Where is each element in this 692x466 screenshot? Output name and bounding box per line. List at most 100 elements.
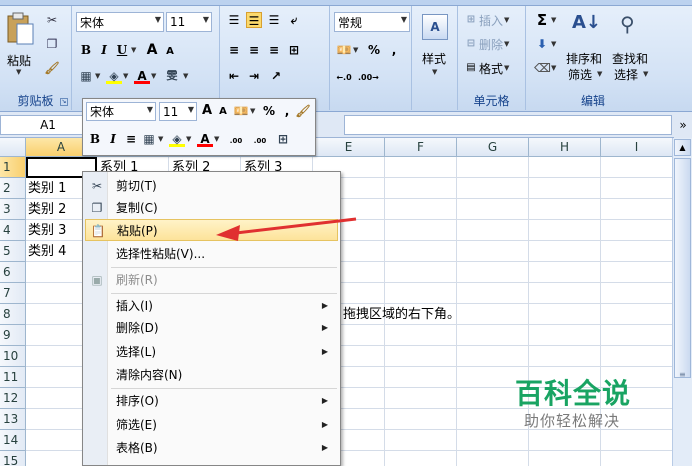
underline-button[interactable]: U xyxy=(114,42,130,58)
align-bottom-icon[interactable]: ☰ xyxy=(266,12,282,28)
row-header-13[interactable]: 13 xyxy=(0,409,26,430)
column-header-G[interactable]: G xyxy=(457,138,529,157)
mini-shrink-font-icon[interactable]: A xyxy=(215,104,231,120)
autosum-dropdown-icon[interactable]: ▼ xyxy=(551,16,556,24)
chevron-down-icon[interactable]: ▼ xyxy=(214,135,219,143)
currency-icon[interactable]: 💴 xyxy=(336,42,352,58)
menu-item-table[interactable]: 表格(B) ▶ xyxy=(85,437,338,459)
row-header-6[interactable]: 6 xyxy=(0,262,26,283)
format-painter-icon[interactable]: 🖌 xyxy=(44,60,60,76)
column-header-F[interactable]: F xyxy=(385,138,457,157)
mini-borders-icon[interactable]: ▦ xyxy=(141,131,157,147)
phonetic-dropdown-icon[interactable]: ▼ xyxy=(183,72,188,80)
row-header-10[interactable]: 10 xyxy=(0,346,26,367)
mini-font-size-combo[interactable]: 11 ▼ xyxy=(159,102,197,121)
menu-item-cut[interactable]: ✂ 剪切(T) xyxy=(85,175,338,197)
insert-cells-button[interactable]: ⊞ 插入 ▼ xyxy=(462,10,510,30)
row-header-4[interactable]: 4 xyxy=(0,220,26,241)
fill-color-dropdown-icon[interactable]: ▼ xyxy=(123,72,128,80)
mini-format-painter-icon[interactable]: 🖌 xyxy=(295,103,311,119)
fill-color-icon[interactable]: ◈ xyxy=(106,68,122,84)
cut-icon[interactable]: ✂ xyxy=(44,12,60,28)
sort-filter-button[interactable]: A↓ 排序和 筛选 ▼ xyxy=(564,10,608,88)
find-select-button[interactable]: ⚲ 查找和 选择 ▼ xyxy=(610,10,656,88)
paste-big-button[interactable]: 粘贴 ▼ xyxy=(2,10,38,84)
fill-dropdown-icon[interactable]: ▼ xyxy=(551,40,556,48)
borders-icon[interactable]: ▦ xyxy=(78,68,94,84)
align-right-icon[interactable]: ≡ xyxy=(266,42,282,58)
font-color-dropdown-icon[interactable]: ▼ xyxy=(151,72,156,80)
row-header-2[interactable]: 2 xyxy=(0,178,26,199)
wrap-text-icon[interactable]: ⤶ xyxy=(286,12,302,28)
currency-dropdown-icon[interactable]: ▼ xyxy=(353,46,358,54)
row-header-5[interactable]: 5 xyxy=(0,241,26,262)
select-all-corner[interactable] xyxy=(0,138,26,157)
clear-dropdown-icon[interactable]: ▼ xyxy=(551,64,556,72)
row-header-12[interactable]: 12 xyxy=(0,388,26,409)
fill-icon[interactable]: ⬇ xyxy=(534,36,550,52)
mini-align-center-icon[interactable]: ≡ xyxy=(123,131,139,147)
column-header-H[interactable]: H xyxy=(529,138,601,157)
chevron-down-icon[interactable]: ▼ xyxy=(250,107,255,115)
inc-decimal-button[interactable]: ←.0 xyxy=(336,70,352,86)
column-header-I[interactable]: I xyxy=(601,138,672,157)
scroll-thumb[interactable] xyxy=(674,158,691,378)
menu-item-filter[interactable]: 筛选(E) ▶ xyxy=(85,414,338,436)
orientation-icon[interactable]: ↗ xyxy=(268,68,284,84)
align-top-icon[interactable]: ☰ xyxy=(226,12,242,28)
mini-comma-button[interactable]: , xyxy=(279,103,295,119)
formula-input[interactable] xyxy=(344,115,672,135)
mini-percent-button[interactable]: % xyxy=(261,103,277,119)
clipboard-launcher-icon[interactable]: ↘ xyxy=(60,98,68,106)
mini-grow-font-icon[interactable]: A xyxy=(199,103,215,119)
merge-center-icon[interactable]: ⊞ xyxy=(286,42,302,58)
row-header-14[interactable]: 14 xyxy=(0,430,26,451)
phonetic-button[interactable]: 雯 xyxy=(164,68,180,84)
italic-button[interactable]: I xyxy=(96,42,112,58)
align-center-icon[interactable]: ≡ xyxy=(246,42,262,58)
mini-currency-icon[interactable]: 💴 xyxy=(233,103,249,119)
scroll-up-icon[interactable]: ▲ xyxy=(674,139,691,156)
grow-font-button[interactable]: A xyxy=(144,42,160,58)
shrink-font-button[interactable]: A xyxy=(162,44,178,60)
align-middle-icon[interactable]: ☰ xyxy=(246,12,262,28)
row-header-1[interactable]: 1 xyxy=(0,157,26,178)
mini-merge-icon[interactable]: ⊞ xyxy=(275,131,291,147)
row-header-3[interactable]: 3 xyxy=(0,199,26,220)
menu-item-sort[interactable]: 排序(O) ▶ xyxy=(85,390,338,412)
font-size-combo[interactable]: 11 ▼ xyxy=(166,12,212,32)
bold-button[interactable]: B xyxy=(78,42,94,58)
underline-dropdown-icon[interactable]: ▼ xyxy=(131,46,136,54)
menu-item-delete[interactable]: 删除(D) ▶ xyxy=(85,317,338,339)
number-format-combo[interactable]: 常规 ▼ xyxy=(334,12,410,32)
delete-cells-button[interactable]: ⊟ 删除 ▼ xyxy=(462,34,510,54)
mini-fill-color-icon[interactable]: ◈ xyxy=(169,131,185,147)
mini-inc-decimal-button[interactable]: .00 xyxy=(225,133,247,149)
font-name-combo[interactable]: 宋体 ▼ xyxy=(76,12,164,32)
copy-icon[interactable]: ❐ xyxy=(44,36,60,52)
menu-item-insert[interactable]: 插入(I) ▶ xyxy=(85,295,338,317)
decrease-indent-icon[interactable]: ⇤ xyxy=(226,68,242,84)
mini-italic-button[interactable]: I xyxy=(105,131,121,147)
mini-font-color-icon[interactable]: A xyxy=(197,131,213,147)
clear-icon[interactable]: ⌫ xyxy=(534,60,551,76)
menu-item-paste-special[interactable]: 选择性粘贴(V)... xyxy=(85,243,338,265)
percent-button[interactable]: % xyxy=(366,42,382,58)
dec-decimal-button[interactable]: .00→ xyxy=(358,70,379,86)
row-header-11[interactable]: 11 xyxy=(0,367,26,388)
menu-item-clear-contents[interactable]: 清除内容(N) xyxy=(85,364,338,386)
comma-button[interactable]: , xyxy=(386,42,402,58)
align-left-icon[interactable]: ≡ xyxy=(226,42,242,58)
borders-dropdown-icon[interactable]: ▼ xyxy=(95,72,100,80)
mini-dec-decimal-button[interactable]: .00 xyxy=(249,133,271,149)
row-header-8[interactable]: 8 xyxy=(0,304,26,325)
font-color-button[interactable]: A xyxy=(134,68,150,84)
styles-button[interactable]: A 样式 ▼ xyxy=(418,12,452,82)
column-header-E[interactable]: E xyxy=(313,138,385,157)
format-cells-button[interactable]: ▤ 格式 ▼ xyxy=(462,58,510,78)
mini-font-name-combo[interactable]: 宋体 ▼ xyxy=(86,102,156,121)
mini-bold-button[interactable]: B xyxy=(87,131,103,147)
increase-indent-icon[interactable]: ⇥ xyxy=(246,68,262,84)
menu-item-select[interactable]: 选择(L) ▶ xyxy=(85,341,338,363)
autosum-button[interactable]: Σ xyxy=(534,12,550,28)
